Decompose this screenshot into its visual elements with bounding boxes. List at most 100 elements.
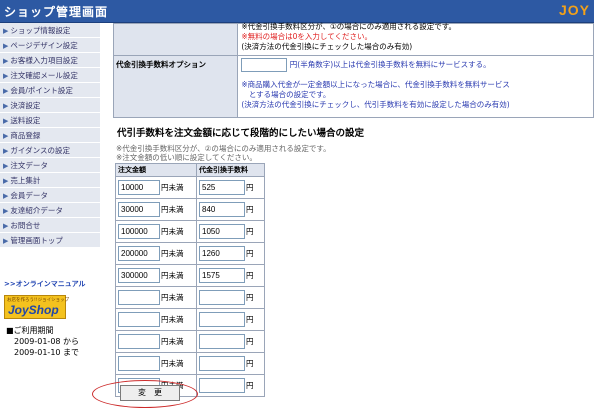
- fee-row: 300000 円未満 1575 円: [115, 264, 265, 287]
- cod-fee-input[interactable]: [199, 378, 245, 393]
- fee-unit: 円: [246, 293, 254, 302]
- cod-fee-input[interactable]: [199, 356, 245, 371]
- order-amount-input[interactable]: 100000: [118, 224, 160, 239]
- amount-unit: 円未満: [161, 249, 184, 258]
- amount-unit: 円未満: [161, 183, 184, 192]
- usage-period-from: 2009-01-08 から: [14, 337, 80, 346]
- fee-unit: 円: [246, 205, 254, 214]
- usage-period-to: 2009-01-10 まで: [14, 348, 80, 357]
- sidebar-item-label: ガイダンスの設定: [10, 146, 70, 155]
- cod-fee-input[interactable]: 1260: [199, 246, 245, 261]
- cod-option-value: 円(半角数字)以上は代金引換手数料を無料にサービスする。 ※商品購入代金が一定金…: [237, 55, 594, 118]
- option-note: (決済方法の代金引換にチェックした場合のみ有効): [241, 42, 413, 51]
- fee-row: 100000 円未満 1050 円: [115, 220, 265, 243]
- arrow-right-icon: ▶: [3, 222, 9, 230]
- sidebar-item[interactable]: ▶ 管理画面トップ: [0, 233, 100, 248]
- sidebar-item[interactable]: ▶ ガイダンスの設定: [0, 143, 100, 158]
- sidebar-item-label: 商品登録: [10, 131, 41, 140]
- joyshop-logo[interactable]: お店を作ろう!!ジョイショップ JoyShop: [4, 295, 69, 319]
- tiered-note: ※代金引換手数料区分が、②の場合にのみ適用される設定です。: [116, 144, 331, 153]
- fee-unit: 円: [246, 381, 254, 390]
- sidebar-item-label: 注文データ: [10, 161, 48, 170]
- sidebar-item-label: 注文確認メール設定: [10, 71, 78, 80]
- order-amount-input[interactable]: 200000: [118, 246, 160, 261]
- sidebar-item[interactable]: ▶ 会員データ: [0, 188, 100, 203]
- sidebar-item-label: 会員/ポイント設定: [10, 86, 73, 95]
- option-note: ※商品購入代金が一定金額以上になった場合に、代金引換手数料を無料サービス: [241, 80, 510, 89]
- sidebar-item[interactable]: ▶ 送料設定: [0, 113, 100, 128]
- cod-option-label: 代金引換手数料オプション: [112, 55, 239, 118]
- sidebar-item[interactable]: ▶ お問合せ: [0, 218, 100, 233]
- cod-fee-input[interactable]: [199, 312, 245, 327]
- sidebar-item-label: 売上集計: [10, 176, 41, 185]
- free-note: ※無料の場合は0を入力してください。: [241, 32, 372, 41]
- amount-unit: 円未満: [161, 359, 184, 368]
- sidebar-item[interactable]: ▶ 商品登録: [0, 128, 100, 143]
- arrow-right-icon: ▶: [3, 57, 9, 65]
- order-amount-input[interactable]: [118, 312, 160, 327]
- logo-text: JoyShop: [8, 303, 59, 317]
- sidebar-item[interactable]: ▶ お客様入力項目設定: [0, 53, 100, 68]
- tiered-fee-table: 注文金額 代金引換手数料 10000 円未満 525 円 30000 円未満 840 円 100…: [115, 163, 265, 397]
- sidebar-item[interactable]: ▶ ページデザイン設定: [0, 38, 100, 53]
- cod-fee-input[interactable]: 1575: [199, 268, 245, 283]
- cod-fee-input[interactable]: 525: [199, 180, 245, 195]
- option-note: ※代金引換手数料区分が、①の場合にのみ適用される設定です。: [241, 22, 456, 31]
- order-amount-input[interactable]: 10000: [118, 180, 160, 195]
- arrow-right-icon: ▶: [3, 102, 9, 110]
- sidebar-item-label: お問合せ: [10, 221, 41, 230]
- cod-fee-input[interactable]: 1050: [199, 224, 245, 239]
- order-amount-input[interactable]: 30000: [118, 202, 160, 217]
- brand-logo: JOY: [558, 2, 590, 18]
- free-threshold-input[interactable]: [241, 58, 288, 72]
- online-manual-link[interactable]: >>オンラインマニュアル: [4, 279, 86, 289]
- fee-row: 円未満 円: [115, 308, 265, 331]
- option-note: (決済方法の代金引換にチェックし、代引手数料を有効に設定した場合のみ有効): [241, 100, 510, 109]
- arrow-right-icon: ▶: [3, 27, 9, 35]
- sidebar-item-label: 管理画面トップ: [10, 236, 63, 245]
- sidebar-item[interactable]: ▶ 決済設定: [0, 98, 100, 113]
- free-threshold-suffix: 円(半角数字)以上は代金引換手数料を無料にサービスする。: [289, 60, 491, 69]
- options-row1-value: ※代金引換手数料区分が、①の場合にのみ適用される設定です。 ※無料の場合は0を入…: [237, 22, 594, 56]
- sidebar-item[interactable]: ▶ 会員/ポイント設定: [0, 83, 100, 98]
- arrow-right-icon: ▶: [3, 87, 9, 95]
- order-amount-input[interactable]: 300000: [118, 268, 160, 283]
- options-table: ※代金引換手数料区分が、①の場合にのみ適用される設定です。 ※無料の場合は0を入…: [112, 22, 594, 118]
- tiered-section-title: 代引手数料を注文金額に応じて段階的にしたい場合の設定: [117, 128, 365, 139]
- order-amount-input[interactable]: [118, 356, 160, 371]
- sidebar-item-label: 友達紹介データ: [10, 206, 63, 215]
- arrow-right-icon: ▶: [3, 162, 9, 170]
- highlight-annotation: [92, 380, 198, 408]
- arrow-right-icon: ▶: [3, 42, 9, 50]
- cod-fee-input[interactable]: [199, 290, 245, 305]
- fee-row: 円未満 円: [115, 352, 265, 375]
- amount-unit: 円未満: [161, 205, 184, 214]
- fee-unit: 円: [246, 337, 254, 346]
- arrow-right-icon: ▶: [3, 132, 9, 140]
- sidebar-item[interactable]: ▶ 友達紹介データ: [0, 203, 100, 218]
- arrow-right-icon: ▶: [3, 237, 9, 245]
- amount-unit: 円未満: [161, 315, 184, 324]
- fee-unit: 円: [246, 315, 254, 324]
- sidebar-item[interactable]: ▶ 売上集計: [0, 173, 100, 188]
- sidebar-item[interactable]: ▶ 注文確認メール設定: [0, 68, 100, 83]
- sidebar-item[interactable]: ▶ 注文データ: [0, 158, 100, 173]
- column-header-fee: 代金引換手数料: [196, 163, 265, 177]
- amount-unit: 円未満: [161, 227, 184, 236]
- option-note: とする場合の設定です。: [241, 90, 331, 99]
- arrow-right-icon: ▶: [3, 72, 9, 80]
- sidebar: ▶ ショップ情報設定 ▶ ページデザイン設定 ▶ お客様入力項目設定 ▶ 注文確認メール設定 ▶…: [0, 23, 100, 410]
- fee-unit: 円: [246, 359, 254, 368]
- sidebar-item[interactable]: ▶ ショップ情報設定: [0, 23, 100, 38]
- order-amount-input[interactable]: [118, 290, 160, 305]
- sidebar-item-label: 会員データ: [10, 191, 48, 200]
- fee-unit: 円: [246, 183, 254, 192]
- cod-fee-input[interactable]: 840: [199, 202, 245, 217]
- main-content: ※代金引換手数料区分が、①の場合にのみ適用される設定です。 ※無料の場合は0を入…: [92, 22, 594, 410]
- fee-unit: 円: [246, 227, 254, 236]
- order-amount-input[interactable]: [118, 334, 160, 349]
- arrow-right-icon: ▶: [3, 177, 9, 185]
- arrow-right-icon: ▶: [3, 147, 9, 155]
- arrow-right-icon: ▶: [3, 207, 9, 215]
- cod-fee-input[interactable]: [199, 334, 245, 349]
